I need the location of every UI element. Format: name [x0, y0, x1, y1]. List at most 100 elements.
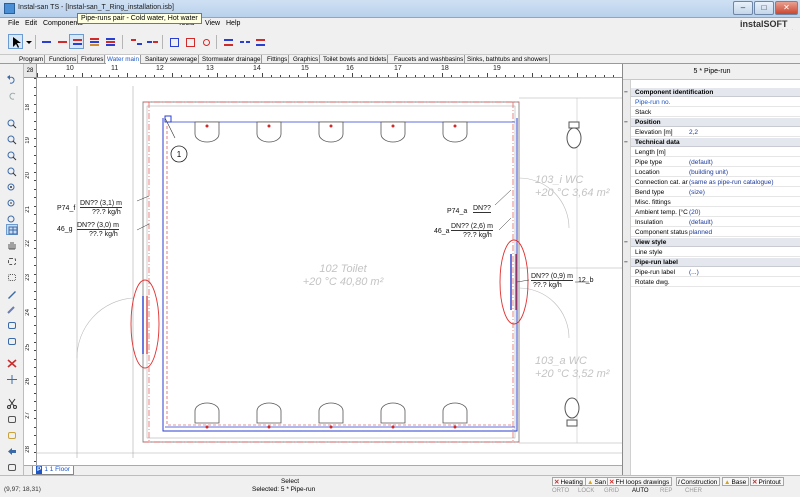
tab-water-main[interactable]: Water main	[106, 55, 141, 64]
pipe-label-12b-flow[interactable]: ??.? kg/h	[533, 282, 562, 289]
close-icon[interactable]: ✕	[554, 479, 559, 486]
break-pipe-button[interactable]	[236, 34, 251, 49]
collapse-icon[interactable]: −	[624, 88, 628, 97]
bottom-tab-heating[interactable]: ✕Heating	[552, 477, 586, 486]
mode-cher[interactable]: CHER	[685, 487, 702, 495]
bottom-tab-construction[interactable]: /Construction	[676, 477, 721, 486]
pipe-label-p74a-dn[interactable]: DN??	[473, 205, 491, 213]
valve-button[interactable]	[198, 34, 213, 49]
pipe-label-46a-flow[interactable]: ??.? kg/h	[463, 232, 492, 239]
bottom-tab-san[interactable]: ▲San	[585, 477, 610, 486]
pipe-runs-pair-button[interactable]	[69, 34, 84, 49]
hot-water-pipe-button[interactable]	[54, 34, 69, 49]
property-row[interactable]: Component status planned	[631, 228, 800, 237]
tab-sanitary-sewerage[interactable]: Sanitary sewerage	[144, 55, 200, 64]
floor-tab[interactable]: P1 1 Floor	[32, 466, 74, 475]
property-row[interactable]: Elevation [m] 2,2	[631, 128, 800, 137]
property-group-header[interactable]: − Position	[624, 118, 800, 127]
property-row[interactable]: Pipe-run no.	[631, 98, 800, 107]
copy-button[interactable]	[6, 414, 18, 425]
menu-view[interactable]: View	[205, 20, 220, 27]
tab-sinks-bathtubs[interactable]: Sinks, bathtubs and showers	[466, 55, 550, 64]
back-button[interactable]	[6, 446, 18, 457]
property-value[interactable]: (building unit)	[689, 168, 728, 177]
tab-fixtures[interactable]: Fixtures	[80, 55, 106, 64]
property-row[interactable]: Connection cat. ar (same as pipe-run cata…	[631, 178, 800, 187]
collapse-icon[interactable]: −	[624, 238, 628, 247]
mode-grid[interactable]: GRID	[604, 487, 619, 495]
bottom-tab-base[interactable]: ▲Base	[722, 477, 750, 486]
pipe-label-46a-id[interactable]: 46_a	[434, 228, 450, 235]
mode-orto[interactable]: ORTO	[552, 487, 569, 495]
circulation-pipe-button[interactable]	[86, 34, 101, 49]
move-button[interactable]	[6, 374, 18, 385]
auto-connect-button[interactable]	[220, 34, 235, 49]
pipe-label-12b-id[interactable]: 12_b	[578, 277, 594, 284]
close-icon[interactable]: ✕	[752, 479, 757, 486]
delete-button[interactable]	[6, 358, 18, 369]
tab-stormwater-drainage[interactable]: Stormwater drainage	[201, 55, 263, 64]
pencil-button[interactable]	[6, 288, 18, 299]
label-button[interactable]	[252, 34, 267, 49]
property-value[interactable]: (same as pipe-run catalogue)	[689, 178, 774, 187]
property-group-header[interactable]: − Component identification	[624, 88, 800, 97]
select-window-button[interactable]	[6, 256, 18, 267]
property-value[interactable]: (default)	[689, 158, 713, 167]
tab-program[interactable]: Program	[18, 55, 46, 64]
drawing-canvas[interactable]: 1 102 Toilet +20 °C 40,80 m² 103_i WC +2…	[37, 78, 622, 465]
properties-tool-button[interactable]	[6, 320, 18, 331]
connection-button[interactable]	[166, 34, 181, 49]
collapse-icon[interactable]: −	[624, 138, 628, 147]
property-row[interactable]: Location (building unit)	[631, 168, 800, 177]
property-row[interactable]: Rotate dwg.	[631, 278, 800, 287]
tab-graphics[interactable]: Graphics	[292, 55, 321, 64]
tab-fittings[interactable]: Fittings	[266, 55, 290, 64]
property-row[interactable]: Insulation (default)	[631, 218, 800, 227]
pipe-label-p74f-flow[interactable]: ??.? kg/h	[92, 209, 121, 216]
pipe-set-button[interactable]	[102, 34, 117, 49]
property-row[interactable]: Pipe type (default)	[631, 158, 800, 167]
tab-toilet-bowls[interactable]: Toilet bowls and bidets	[322, 55, 389, 64]
cut-button[interactable]	[6, 398, 18, 409]
paste-button[interactable]	[6, 430, 18, 441]
zoom-button[interactable]	[6, 118, 18, 129]
undo-button[interactable]	[6, 74, 18, 85]
property-row[interactable]: Length [m]	[631, 148, 800, 157]
collapse-icon[interactable]: −	[624, 258, 628, 267]
property-value[interactable]: (...)	[689, 268, 699, 277]
brush-button[interactable]	[6, 304, 18, 315]
property-row[interactable]: Ambient temp. [°C (20)	[631, 208, 800, 217]
pipe-label-p74a-id[interactable]: P74_a	[447, 208, 467, 215]
mode-auto[interactable]: AUTO	[632, 487, 649, 495]
tab-faucets-washbasins[interactable]: Faucets and washbasins	[393, 55, 466, 64]
property-value[interactable]: planned	[689, 228, 712, 237]
redo-button[interactable]	[6, 90, 18, 101]
pipe-label-46a-dn[interactable]: DN?? (2,6) m	[451, 223, 494, 231]
mode-rep[interactable]: REP	[660, 487, 672, 495]
zoom-window-button[interactable]	[6, 134, 18, 145]
mode-lock[interactable]: LOCK	[578, 487, 594, 495]
zoom-all-button[interactable]	[6, 150, 18, 161]
pipe-label-46g-id[interactable]: 46_g	[57, 226, 73, 233]
property-value[interactable]: (default)	[689, 218, 713, 227]
pointer-dropdown[interactable]	[24, 34, 32, 49]
zoom-out-button[interactable]	[6, 198, 18, 209]
bottom-tab-fh-loops[interactable]: ✕FH loops drawings	[607, 477, 673, 486]
menu-help[interactable]: Help	[226, 20, 240, 27]
maximize-button[interactable]: □	[754, 1, 774, 15]
pan-button[interactable]	[6, 240, 18, 251]
print-tool-button[interactable]	[6, 462, 18, 473]
property-group-header[interactable]: − Pipe-run label	[624, 258, 800, 267]
property-row[interactable]: Line style	[631, 248, 800, 257]
pipe-label-46g-flow[interactable]: ??.? kg/h	[89, 231, 118, 238]
minimize-button[interactable]: –	[733, 1, 753, 15]
pipe-label-p74f-dn[interactable]: DN?? (3,1) m	[80, 200, 123, 208]
bottom-tab-printout[interactable]: ✕Printout	[750, 477, 784, 486]
tab-functions[interactable]: Functions	[48, 55, 79, 64]
pipe-label-12b-dn[interactable]: DN?? (0,9) m	[531, 273, 574, 281]
fitting-button[interactable]	[182, 34, 197, 49]
pipe-label-p74f-id[interactable]: P74_f	[57, 205, 75, 212]
layers-button[interactable]	[6, 336, 18, 347]
riser-button[interactable]	[128, 34, 143, 49]
property-row[interactable]: Misc. fittings	[631, 198, 800, 207]
